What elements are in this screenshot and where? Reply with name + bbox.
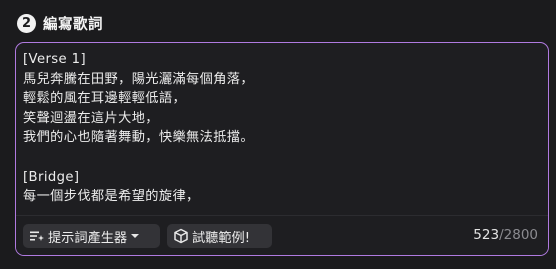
section-header: 2 編寫歌詞	[17, 10, 103, 36]
section-title: 編寫歌詞	[43, 16, 103, 33]
sparkle-list-icon	[29, 229, 45, 243]
character-counter: 523/2800	[473, 227, 538, 243]
cube-icon	[173, 228, 189, 244]
lyrics-textarea[interactable]: [Verse 1] 馬兒奔騰在田野，陽光灑滿每個角落， 輕鬆的風在耳邊輕輕低語，…	[23, 50, 540, 207]
character-count-max: 2800	[503, 227, 538, 243]
character-count-current: 523	[473, 227, 500, 243]
prompt-generator-label: 提示詞產生器	[48, 230, 128, 246]
lyrics-editor[interactable]: [Verse 1] 馬兒奔騰在田野，陽光灑滿每個角落， 輕鬆的風在耳邊輕輕低語，…	[15, 42, 549, 256]
listen-demo-button[interactable]: 試聽範例!	[167, 224, 272, 248]
editor-toolbar: 提示詞產生器 試聽範例! 523/2800	[16, 215, 548, 255]
prompt-generator-button[interactable]: 提示詞產生器	[23, 224, 160, 248]
listen-demo-label: 試聽範例!	[192, 230, 251, 246]
chevron-down-icon	[130, 232, 140, 240]
step-number-badge: 2	[17, 13, 36, 33]
